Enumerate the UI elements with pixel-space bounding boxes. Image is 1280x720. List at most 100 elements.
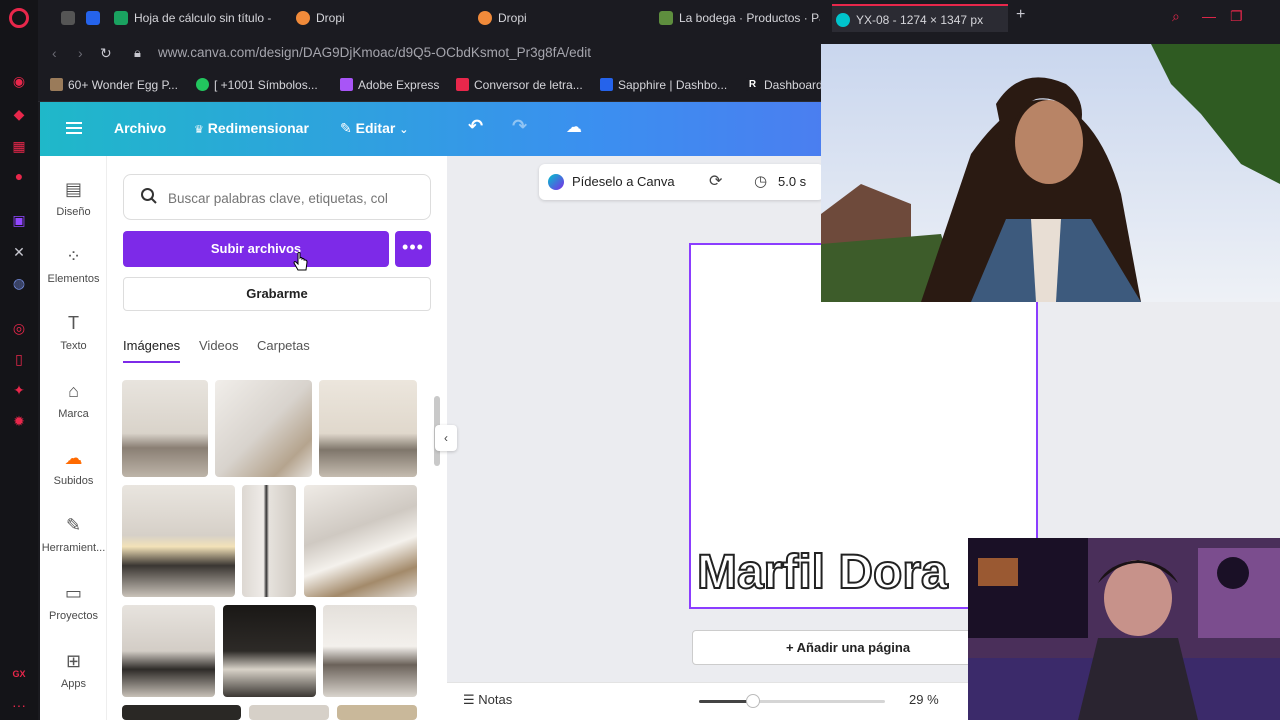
notes-icon: ☰ [463, 692, 475, 707]
zoom-fill [699, 700, 753, 703]
dropi-icon [478, 11, 492, 25]
upload-thumbnail[interactable] [122, 380, 208, 477]
target-icon[interactable]: ◎ [11, 320, 27, 336]
flag-icon[interactable]: ▦ [11, 138, 27, 154]
apps-icon: ⊞ [65, 651, 82, 671]
duration-label[interactable]: 5.0 s [778, 174, 806, 189]
notes-label: Notas [478, 692, 513, 707]
rail-tools[interactable]: ✎ Herramient... [40, 514, 107, 554]
ask-canva-button[interactable]: Pídeselo a Canva [572, 174, 675, 189]
bookmark-icon [196, 78, 209, 91]
rail-elements[interactable]: ⁘ Elementos [40, 245, 107, 285]
bookmark-item[interactable]: R Dashboard [746, 78, 823, 92]
compass-icon[interactable]: ✦ [11, 382, 27, 398]
redo-icon[interactable]: ↷ [512, 116, 527, 137]
upload-thumbnail[interactable] [249, 705, 329, 720]
tab-canva[interactable]: YX-08 - 1274 × 1347 px [832, 4, 1008, 32]
cloud-upload-icon: ☁ [64, 448, 83, 468]
bookmark-item[interactable]: Sapphire | Dashbo... [600, 78, 727, 92]
collapse-panel-icon[interactable]: ‹ [435, 425, 457, 451]
folder-icon: ▭ [64, 583, 82, 603]
tab-folders[interactable]: Carpetas [257, 338, 310, 353]
settings-icon[interactable]: ✹ [11, 413, 27, 429]
page-heading-text[interactable]: Marfil Dora [696, 545, 949, 600]
diamond-icon[interactable]: ◆ [11, 106, 27, 122]
upload-files-button[interactable]: Subir archivos [123, 231, 389, 267]
player-icon[interactable]: ◉ [11, 73, 27, 89]
upload-thumbnail[interactable] [122, 485, 235, 597]
edit-label: Editar [355, 120, 396, 136]
bookmark-label: Adobe Express [358, 78, 440, 92]
tab-dropi-2[interactable]: Dropi [474, 4, 634, 32]
tab-shopify[interactable]: La bodega · Productos · Pa [655, 4, 820, 32]
rail-label: Apps [60, 678, 87, 690]
upload-thumbnail[interactable] [122, 605, 215, 697]
zoom-value[interactable]: 29 % [909, 692, 939, 707]
search-input[interactable] [168, 187, 408, 209]
zoom-slider[interactable] [699, 694, 885, 708]
bag-icon[interactable]: ● [11, 168, 27, 184]
more-icon[interactable]: ··· [11, 697, 27, 713]
canva-ai-icon [548, 174, 564, 190]
tab-sheets[interactable]: Hoja de cálculo sin título - [110, 4, 278, 32]
cloud-save-icon[interactable]: ☁ [566, 117, 582, 137]
resize-label: Redimensionar [207, 120, 309, 136]
discord-icon[interactable]: ◍ [11, 275, 27, 291]
url-field[interactable]: www.canva.com/design/DAG9DjKmoac/d9Q5-OC… [158, 45, 591, 60]
webcam-overlay-top [821, 44, 1280, 302]
x-icon[interactable]: ✕ [11, 244, 27, 260]
rail-text[interactable]: T Texto [40, 312, 107, 352]
bookmark-icon [50, 78, 63, 91]
comment-icon[interactable]: ⟳ [709, 171, 722, 191]
hand-cursor-icon [293, 252, 308, 271]
resize-button[interactable]: ♛ Redimensionar [194, 120, 309, 136]
gx-icon[interactable]: GX [11, 666, 27, 682]
rail-projects[interactable]: ▭ Proyectos [40, 582, 107, 622]
more-options-icon[interactable]: ••• [395, 231, 431, 267]
search-icon[interactable]: ⌕ [1172, 8, 1180, 25]
rail-apps[interactable]: ⊞ Apps [40, 650, 107, 690]
bookmark-item[interactable]: Conversor de letra... [456, 78, 583, 92]
upload-thumbnail[interactable] [323, 605, 417, 697]
bookmark-item[interactable]: Adobe Express [340, 78, 439, 92]
search-box[interactable] [123, 174, 431, 220]
upload-thumbnail[interactable] [215, 380, 312, 477]
bookmark-item[interactable]: [ +1001 Símbolos... [196, 78, 318, 92]
upload-thumbnail[interactable] [242, 485, 296, 597]
upload-thumbnail[interactable] [223, 605, 316, 697]
maximize-icon[interactable]: ❐ [1230, 8, 1243, 25]
upload-thumbnail[interactable] [319, 380, 417, 477]
chevron-down-icon: ⌄ [399, 124, 409, 136]
edit-menu[interactable]: ✎ Editar ⌄ [340, 120, 408, 137]
minimize-icon[interactable]: — [1202, 8, 1216, 24]
tab-dropi-1[interactable]: Dropi [292, 4, 452, 32]
bookmark-label: 60+ Wonder Egg P... [68, 78, 178, 92]
forward-icon[interactable]: › [78, 45, 83, 61]
rail-design[interactable]: ▤ Diseño [40, 178, 107, 218]
tab-icon-1[interactable] [56, 4, 80, 32]
ai-toolbar: Pídeselo a Canva ⟳ ◷ 5.0 s [539, 164, 824, 200]
reload-icon[interactable]: ↻ [100, 45, 112, 62]
rail-uploads[interactable]: ☁ Subidos [40, 447, 107, 487]
opera-logo-icon[interactable] [9, 8, 29, 28]
notes-button[interactable]: ☰ Notas [463, 692, 512, 708]
zoom-handle[interactable] [746, 694, 760, 708]
twitch-icon[interactable]: ▣ [11, 212, 27, 228]
file-menu[interactable]: Archivo [114, 120, 166, 136]
rail-brand[interactable]: ⌂ Marca [40, 380, 107, 420]
new-tab-plus-icon[interactable]: + [1016, 6, 1025, 24]
back-icon[interactable]: ‹ [52, 45, 57, 61]
undo-icon[interactable]: ↶ [468, 116, 483, 137]
tools-icon: ✎ [65, 515, 82, 535]
record-button[interactable]: Grabarme [123, 277, 431, 311]
add-page-button[interactable]: + Añadir una página [692, 630, 1004, 665]
page-icon[interactable]: ▯ [11, 351, 27, 367]
tab-images[interactable]: Imágenes [123, 338, 181, 363]
tab-icon-2[interactable] [82, 4, 104, 32]
upload-thumbnail[interactable] [337, 705, 417, 720]
tab-videos[interactable]: Videos [199, 338, 239, 353]
upload-thumbnail[interactable] [304, 485, 417, 597]
menu-icon[interactable] [66, 122, 82, 134]
bookmark-item[interactable]: 60+ Wonder Egg P... [50, 78, 178, 92]
upload-thumbnail[interactable] [122, 705, 241, 720]
